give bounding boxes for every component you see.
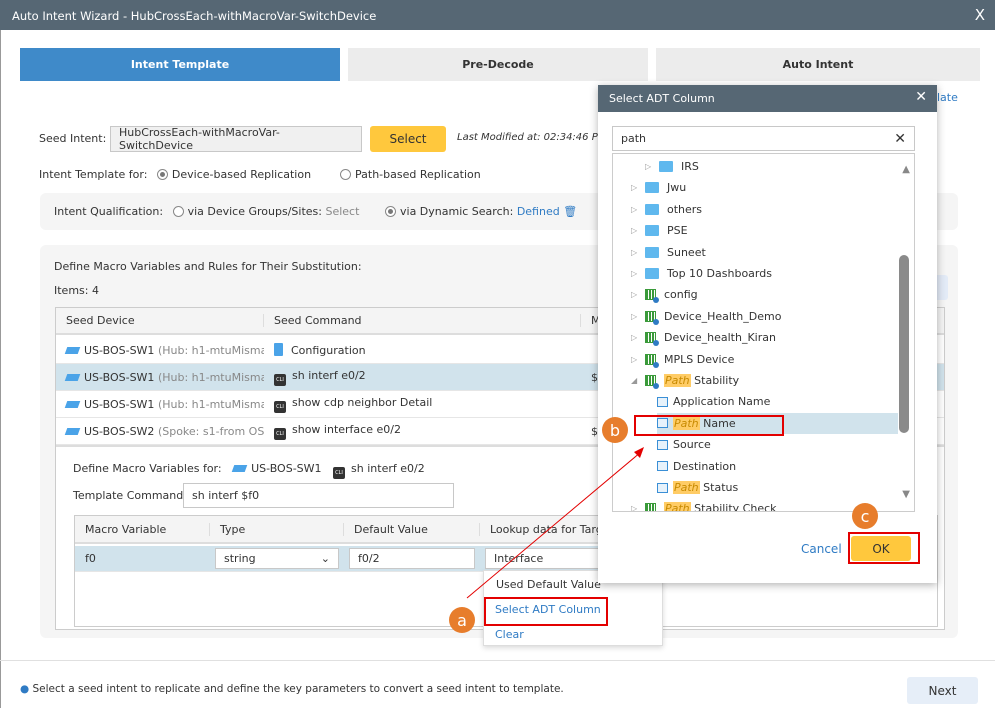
arrow-line	[466, 451, 642, 599]
annotation-arrow	[466, 447, 644, 599]
annotation-badge-c: c	[852, 503, 878, 529]
annotation-badge-b: b	[602, 417, 628, 443]
footer-info: Select a seed intent to replicate and de…	[32, 683, 564, 695]
info-icon: ●	[20, 683, 30, 695]
annotation-badge-a: a	[449, 607, 475, 633]
footer-divider	[0, 660, 995, 661]
next-button[interactable]: Next	[907, 677, 978, 704]
